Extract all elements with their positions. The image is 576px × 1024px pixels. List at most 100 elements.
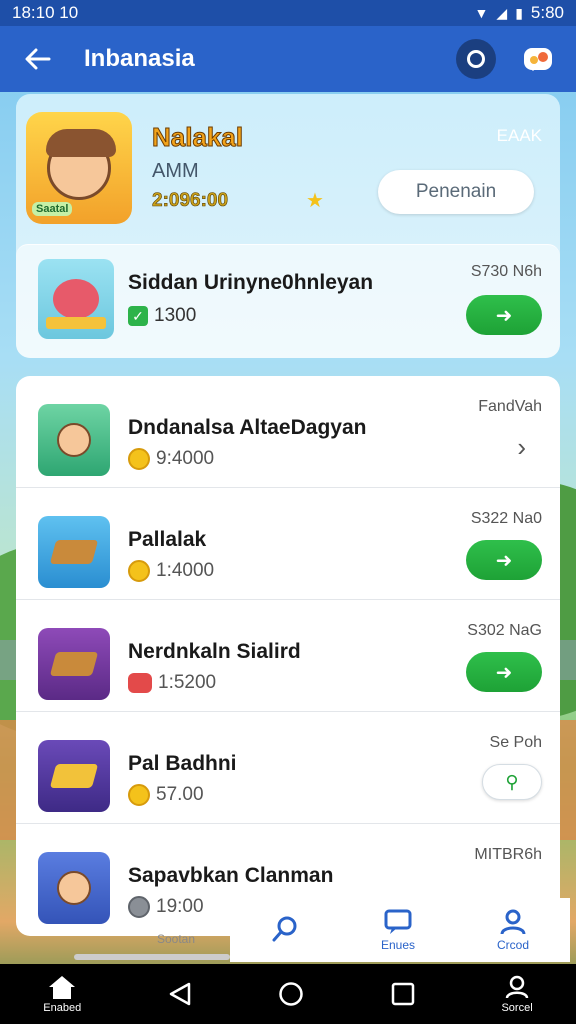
app-bar: Inbanasia — [0, 26, 576, 92]
coin-icon — [128, 560, 150, 582]
tab-profile[interactable]: Crcod — [497, 908, 529, 952]
signal-icon: ◢ — [496, 4, 508, 21]
user-icon — [499, 908, 527, 936]
featured-item[interactable]: Siddan Urinyne0hnleyan ✓ 1300 S730 N6h ➜ — [16, 244, 560, 358]
item-value-wrap: 1:5200 — [128, 672, 216, 694]
profile-name: Nalakal — [151, 122, 244, 153]
item-title: Pallalak — [128, 528, 207, 551]
avatar-badge: Saatal — [32, 202, 73, 216]
chevron-right-icon[interactable]: › — [517, 432, 526, 463]
item-go-button[interactable]: ➜ — [466, 540, 542, 580]
user-icon — [505, 975, 529, 999]
triangle-back-icon — [169, 982, 191, 1006]
featured-title: Siddan Urinyne0hnleyan — [128, 271, 374, 294]
refresh-icon — [467, 50, 485, 68]
check-icon: ✓ — [128, 306, 148, 326]
page-title: Inbanasia — [84, 45, 195, 72]
tab-messages[interactable]: Enues — [381, 908, 415, 952]
back-button[interactable] — [18, 39, 58, 79]
search-icon: ⚲ — [505, 771, 519, 792]
nav-home[interactable]: Enabed — [43, 974, 81, 1014]
nav-recents[interactable] — [391, 982, 415, 1006]
avatar[interactable]: Saatal — [26, 112, 132, 224]
coin-icon — [128, 784, 150, 806]
status-clock: 5:80 — [530, 3, 564, 22]
search-icon — [271, 915, 299, 943]
wifi-icon: ▼ — [474, 5, 489, 21]
tab-search[interactable] — [271, 915, 299, 945]
item-value: 9:4000 — [156, 448, 215, 469]
item-value: 57.00 — [156, 784, 204, 805]
circle-home-icon — [279, 982, 304, 1006]
item-value-wrap: 19:00 — [128, 896, 204, 918]
profile-score: 2:096:00 — [152, 190, 229, 212]
nav-profile-label: Sorcel — [501, 1002, 533, 1014]
status-bar: 18:10 10 ▼ ◢ ▮ 5:80 — [0, 0, 576, 26]
tab-label: Crcod — [496, 938, 529, 952]
refresh-button[interactable] — [456, 39, 496, 79]
arrow-left-icon — [25, 48, 51, 70]
star-icon: ★ — [306, 190, 324, 212]
list-item[interactable]: Pal Badhni 57.00 Se Poh ⚲ — [16, 712, 560, 824]
item-list: Dndanalsa AltaeDagyan 9:4000 FandVah › P… — [16, 376, 560, 936]
chat-button[interactable] — [518, 39, 558, 79]
arrow-right-icon: ➜ — [495, 549, 513, 572]
nav-home-label: Enabed — [43, 1002, 82, 1014]
item-price: FandVah — [478, 398, 542, 415]
status-time: 18:10 10 — [12, 3, 79, 22]
item-title: Sapavbkan Clanman — [128, 864, 334, 887]
item-icon — [38, 740, 110, 812]
message-icon — [384, 908, 412, 936]
arrow-right-icon: ➜ — [495, 661, 513, 684]
item-value: 1:4000 — [156, 560, 215, 581]
arrow-right-icon: ➜ — [495, 304, 513, 327]
item-icon — [38, 404, 110, 476]
tab-label: Enues — [380, 938, 415, 952]
item-title: Dndanalsa AltaeDagyan — [128, 416, 367, 439]
featured-value: 1300 — [154, 305, 197, 326]
nav-home-circle[interactable] — [278, 981, 304, 1007]
tab-label-left: Sootan — [157, 932, 196, 946]
item-title: Pal Badhni — [128, 752, 237, 775]
item-value-wrap: 1:4000 — [128, 560, 214, 582]
item-go-button[interactable]: ➜ — [466, 652, 542, 692]
item-price: S322 Na0 — [470, 510, 542, 527]
featured-item-icon — [38, 259, 114, 339]
square-recents-icon — [391, 982, 415, 1006]
battery-icon: ▮ — [515, 4, 523, 21]
tab-bar: Enues Crcod — [230, 898, 570, 962]
scroll-indicator — [74, 954, 230, 960]
character-face-icon — [46, 129, 116, 200]
item-icon — [38, 852, 110, 924]
featured-price: S730 N6h — [470, 263, 542, 280]
gem-icon — [128, 673, 152, 693]
item-price: S302 NaG — [467, 622, 542, 639]
featured-go-button[interactable]: ➜ — [466, 295, 542, 335]
featured-value-wrap: ✓ 1300 — [128, 305, 196, 327]
profile-tag: EAAK — [496, 126, 542, 145]
item-price: Se Poh — [489, 734, 542, 751]
item-value: 19:00 — [156, 896, 204, 917]
nav-back[interactable] — [168, 981, 192, 1007]
system-nav-bar: Enabed Sorcel — [0, 964, 576, 1024]
item-icon — [38, 516, 110, 588]
item-title: Nerdnkaln Sialird — [128, 640, 301, 663]
item-value-wrap: 57.00 — [128, 784, 204, 806]
profile-action-button[interactable]: Penenain — [378, 170, 534, 214]
item-icon — [38, 628, 110, 700]
home-icon — [49, 976, 76, 999]
list-item[interactable]: Dndanalsa AltaeDagyan 9:4000 FandVah › — [16, 376, 560, 488]
status-icons: ▼ ◢ ▮ 5:80 — [475, 3, 564, 23]
profile-subtitle: AMM — [152, 160, 199, 182]
list-item[interactable]: Pallalak 1:4000 S322 Na0 ➜ — [16, 488, 560, 600]
item-value: 1:5200 — [158, 672, 217, 693]
item-search-button[interactable]: ⚲ — [482, 764, 542, 800]
nav-profile[interactable]: Sorcel — [501, 974, 533, 1014]
item-value-wrap: 9:4000 — [128, 448, 214, 470]
list-item[interactable]: Nerdnkaln Sialird 1:5200 S302 NaG ➜ — [16, 600, 560, 712]
coin-icon — [128, 448, 150, 470]
item-price: MITBR6h — [474, 846, 542, 863]
chat-icon — [524, 48, 552, 71]
profile-card: Saatal Nalakal AMM 2:096:00 ★ EAAK Penen… — [16, 94, 560, 358]
coin-icon — [128, 896, 150, 918]
